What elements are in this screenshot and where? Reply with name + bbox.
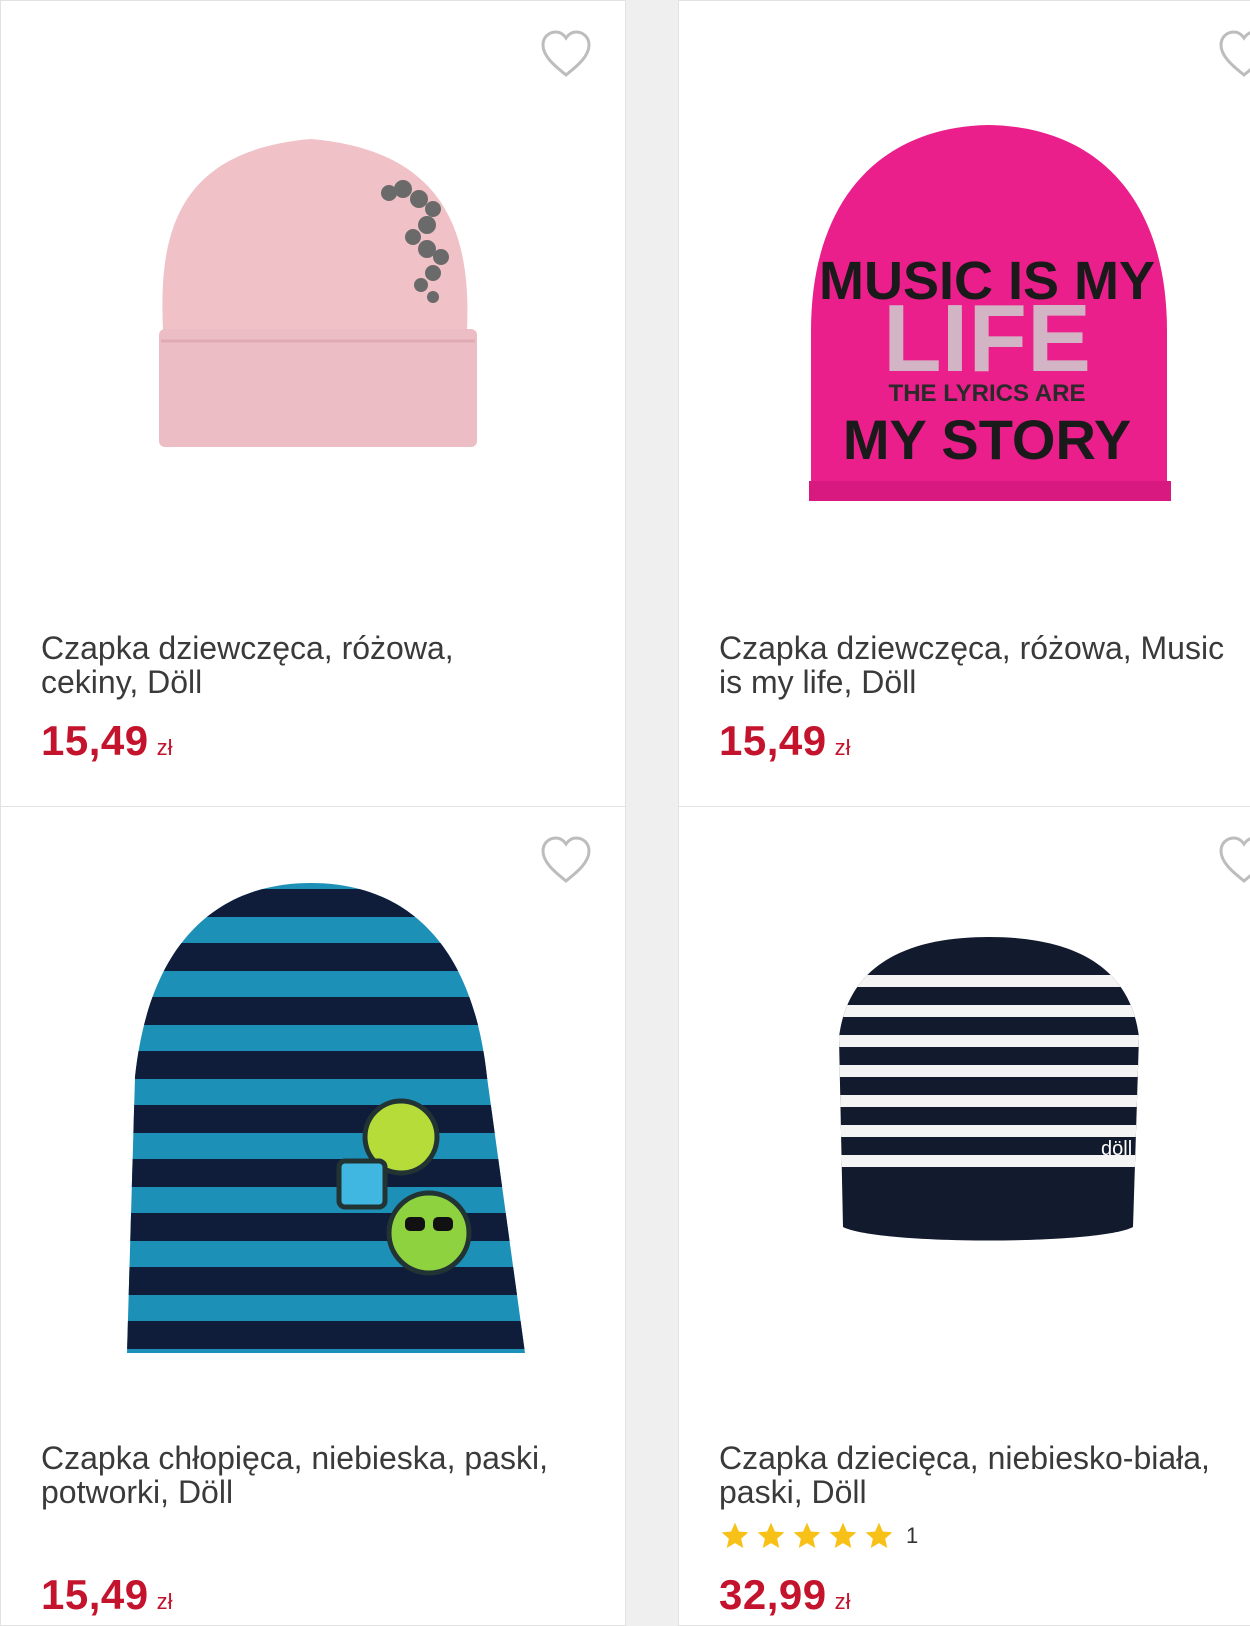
star-icon [757,1522,785,1548]
price-currency: zł [834,735,851,760]
print-text: THE LYRICS ARE [889,380,1086,407]
product-title[interactable]: Czapka dziewczęca, różowa, cekiny, Döll [41,631,601,699]
product-title-line: is my life, Döll [719,664,917,700]
price-currency: zł [156,735,173,760]
product-card[interactable]: Czapka dziewczęca, różowa, cekiny, Döll … [0,0,626,808]
product-card[interactable]: MUSIC IS MY LIFE THE LYRICS ARE MY STORY… [678,0,1250,808]
price-amount: 15,49 [41,717,149,764]
product-title-line: cekiny, Döll [41,664,203,700]
product-image[interactable] [41,1,581,621]
product-title-line: potworki, Döll [41,1474,234,1510]
product-title-line: Czapka dziewczęca, różowa, Music [719,630,1225,666]
price-amount: 32,99 [719,1571,827,1618]
product-image[interactable] [41,807,581,1427]
product-rating[interactable]: 1 [718,1520,918,1552]
price-currency: zł [156,1589,173,1614]
product-title-line: paski, Döll [719,1474,867,1510]
product-title[interactable]: Czapka dziecięca, niebiesko-biała, paski… [719,1441,1250,1509]
brand-tag: döll [1101,1138,1132,1160]
product-title-line: Czapka dziecięca, niebiesko-biała, [719,1440,1210,1476]
print-text: LIFE [883,285,1091,392]
price-currency: zł [834,1589,851,1614]
product-image[interactable]: döll [719,807,1250,1427]
product-title-line: Czapka dziewczęca, różowa, [41,630,454,666]
product-price: 15,49 zł [41,717,173,765]
product-image[interactable]: MUSIC IS MY LIFE THE LYRICS ARE MY STORY [719,1,1250,621]
price-amount: 15,49 [719,717,827,764]
star-icon [793,1522,821,1548]
price-amount: 15,49 [41,1571,149,1618]
rating-count: 1 [906,1523,919,1548]
product-title[interactable]: Czapka dziewczęca, różowa, Music is my l… [719,631,1250,699]
product-title-line: Czapka chłopięca, niebieska, paski, [41,1440,548,1476]
print-text: MY STORY [843,408,1131,471]
star-icon [721,1522,749,1548]
product-title[interactable]: Czapka chłopięca, niebieska, paski, potw… [41,1441,601,1509]
product-card[interactable]: Czapka chłopięca, niebieska, paski, potw… [0,806,626,1626]
product-card[interactable]: döll Czapka dziecięca, niebiesko-biała, … [678,806,1250,1626]
star-icon [865,1522,893,1548]
product-price: 15,49 zł [719,717,851,765]
star-icon [829,1522,857,1548]
